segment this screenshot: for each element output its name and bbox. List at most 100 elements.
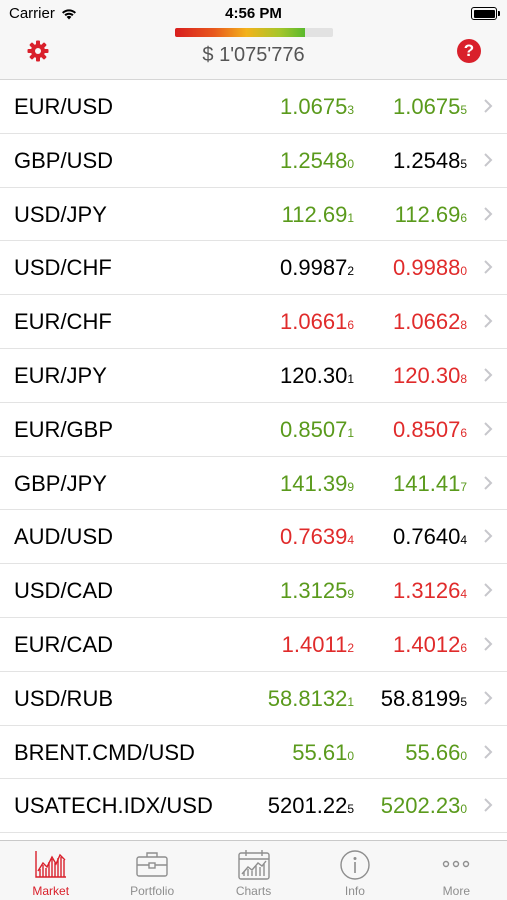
quote-symbol: EUR/CAD xyxy=(14,631,114,657)
bid-price-pip: 1 xyxy=(347,694,354,709)
bid-price-main: 112.69 xyxy=(281,201,348,227)
quote-symbol: EUR/USD xyxy=(14,94,114,119)
quote-row[interactable]: AUD/USD 0.76394 0.76404 xyxy=(0,510,507,567)
ask-price-pip: 4 xyxy=(460,533,467,548)
bid-price[interactable]: 1.31259 xyxy=(280,564,354,621)
bid-price-pip: 4 xyxy=(347,533,354,548)
bid-price[interactable]: 58.81321 xyxy=(268,672,354,729)
quote-row[interactable]: USD/CHF 0.99872 0.99880 xyxy=(0,241,507,298)
market-chart-icon xyxy=(35,851,66,878)
bid-price-main: 1.4011 xyxy=(281,631,348,657)
ask-price-pip: 4 xyxy=(460,587,467,602)
chevron-right-icon xyxy=(484,99,493,113)
status-time: 4:56 PM xyxy=(225,5,282,22)
tab-more[interactable]: More xyxy=(406,841,507,900)
bid-price-main: 1.3125 xyxy=(280,578,348,604)
ask-price[interactable]: 0.85076 xyxy=(393,403,467,460)
chevron-right-icon xyxy=(484,153,493,167)
bid-price[interactable]: 1.40112 xyxy=(282,618,354,675)
ask-price[interactable]: 1.31264 xyxy=(393,564,467,621)
battery-tip xyxy=(498,11,500,16)
ask-price-main: 1.3126 xyxy=(393,578,461,604)
bid-price-pip: 5 xyxy=(347,802,354,817)
bid-price-pip: 9 xyxy=(347,479,354,494)
tab-more-label: More xyxy=(442,884,470,898)
quote-row[interactable]: EUR/JPY 120.301 120.308 xyxy=(0,349,507,403)
quote-row[interactable]: EUR/GBP 0.85071 0.85076 xyxy=(0,403,507,457)
bid-price-pip: 1 xyxy=(347,210,354,225)
bid-price-main: 1.2548 xyxy=(280,147,348,173)
ask-price-main: 1.4012 xyxy=(393,631,461,657)
ask-price-main: 0.9988 xyxy=(393,255,461,281)
ask-price-pip: 5 xyxy=(460,103,467,117)
quote-row[interactable]: USD/CAD 1.31259 1.31264 xyxy=(0,564,507,618)
ask-price-main: 1.2548 xyxy=(393,147,461,173)
tab-charts[interactable]: Charts xyxy=(203,841,304,900)
chevron-right-icon xyxy=(484,529,493,544)
chevron-right-icon xyxy=(484,368,493,382)
chevron-right-icon xyxy=(484,260,493,275)
bid-price[interactable]: 141.399 xyxy=(280,457,354,514)
quote-symbol: USD/CHF xyxy=(14,255,112,281)
bid-price-main: 141.39 xyxy=(280,470,348,496)
quote-row[interactable]: BRENT.CMD/USD 55.610 55.660 xyxy=(0,726,507,780)
bid-price[interactable]: 1.25480 xyxy=(280,134,354,191)
ask-price-pip: 0 xyxy=(460,748,467,763)
ask-price[interactable]: 120.308 xyxy=(393,349,467,406)
bid-price-pip: 2 xyxy=(347,264,354,279)
bid-price-main: 5201.22 xyxy=(267,793,348,819)
ask-price[interactable]: 5202.230 xyxy=(381,779,467,836)
quote-symbol: GBP/USD xyxy=(14,147,114,173)
bid-price[interactable]: 1.06753 xyxy=(280,80,354,137)
ask-price[interactable]: 58.81995 xyxy=(381,672,467,729)
tab-info[interactable]: Info xyxy=(304,841,405,900)
quote-row[interactable]: EUR/CHF 1.06616 1.06628 xyxy=(0,295,507,349)
more-dots-icon xyxy=(443,860,470,868)
quote-row[interactable]: EUR/CAD 1.40112 1.40126 xyxy=(0,618,507,672)
bid-price[interactable]: 112.691 xyxy=(282,188,354,245)
bid-price[interactable]: 120.301 xyxy=(280,349,354,406)
quote-row[interactable]: EUR/USD 1.06753 1.06755 xyxy=(0,80,507,134)
help-button[interactable]: ? xyxy=(457,39,481,63)
quote-row[interactable]: USATECH.IDX/USD 5201.225 5202.230 xyxy=(0,779,507,836)
ask-price[interactable]: 0.99880 xyxy=(393,241,467,298)
ask-price-pip: 5 xyxy=(460,694,467,709)
tab-market[interactable]: Market xyxy=(0,841,101,900)
quote-row[interactable]: GBP/JPY 141.399 141.417 xyxy=(0,457,507,511)
ask-price[interactable]: 112.696 xyxy=(395,188,467,245)
chevron-right-icon xyxy=(484,206,493,221)
tab-market-label: Market xyxy=(32,884,70,898)
ask-price-pip: 5 xyxy=(460,156,467,171)
quote-row[interactable]: USD/JPY 112.691 112.696 xyxy=(0,188,507,242)
ask-price[interactable]: 55.660 xyxy=(405,726,467,783)
ask-price[interactable]: 1.06628 xyxy=(393,295,467,352)
bid-price[interactable]: 0.76394 xyxy=(280,510,354,567)
ask-price-main: 1.0675 xyxy=(393,94,461,119)
quote-symbol: USD/JPY xyxy=(14,201,107,227)
bid-price[interactable]: 0.99872 xyxy=(280,241,354,298)
bid-price-pip: 3 xyxy=(347,103,354,117)
battery-icon xyxy=(471,7,497,20)
bid-price-pip: 9 xyxy=(347,587,354,602)
ask-price[interactable]: 0.76404 xyxy=(393,510,467,567)
calendar-chart-icon xyxy=(237,850,270,880)
bid-price[interactable]: 5201.225 xyxy=(268,779,354,836)
ask-price[interactable]: 1.25485 xyxy=(393,134,467,191)
ask-price[interactable]: 1.06755 xyxy=(393,80,467,137)
ask-price[interactable]: 1.40126 xyxy=(393,618,467,675)
ask-price[interactable]: 141.417 xyxy=(393,457,467,514)
tab-info-label: Info xyxy=(344,884,365,898)
tab-portfolio[interactable]: Portfolio xyxy=(101,841,202,900)
bid-price[interactable]: 55.610 xyxy=(292,726,354,783)
chevron-right-icon xyxy=(484,314,493,328)
ask-price-pip: 7 xyxy=(460,479,467,494)
bid-price[interactable]: 0.85071 xyxy=(280,403,354,460)
bid-price-pip: 6 xyxy=(347,318,354,333)
quote-row[interactable]: GBP/USD 1.25480 1.25485 xyxy=(0,134,507,188)
quote-row[interactable]: USD/RUB 58.81321 58.81995 xyxy=(0,672,507,726)
ask-price-main: 0.8507 xyxy=(393,416,461,442)
bid-price-pip: 1 xyxy=(347,425,354,440)
bid-price[interactable]: 1.06616 xyxy=(280,295,354,352)
quote-symbol: AUD/USD xyxy=(14,524,114,550)
bid-price-main: 0.8507 xyxy=(280,416,348,442)
